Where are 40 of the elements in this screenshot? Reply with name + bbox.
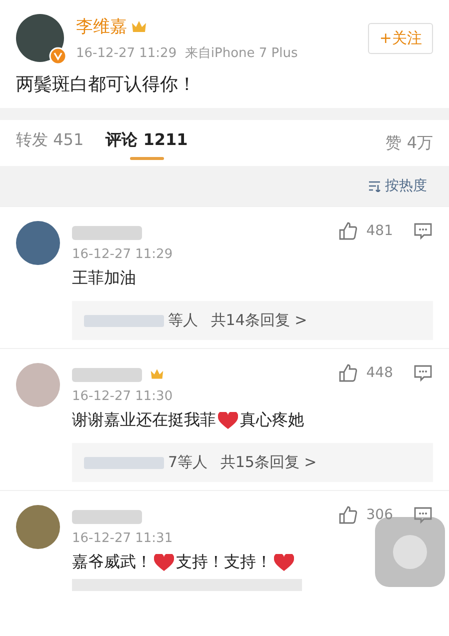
- likes-count[interactable]: 赞 4万: [386, 132, 433, 154]
- avatar[interactable]: [16, 505, 60, 549]
- like-count: 448: [366, 365, 393, 381]
- reply-count[interactable]: 共14条回复 >: [210, 311, 308, 330]
- heart-icon: [274, 554, 294, 572]
- like-count: 306: [366, 507, 393, 523]
- verified-badge-icon: [49, 47, 67, 65]
- avatar[interactable]: [16, 14, 64, 62]
- comment-text: 支持！支持！: [176, 552, 272, 573]
- replies-preview[interactable]: 等人 共14条回复 >: [72, 301, 433, 340]
- comment-text: 王菲加油: [72, 268, 136, 289]
- comment-icon[interactable]: [413, 363, 433, 383]
- post-text: 两鬓斑白都可认得你！: [16, 73, 197, 96]
- heart-icon: [218, 412, 238, 430]
- sort-icon: [368, 180, 381, 192]
- comment-text: 真心疼她: [240, 410, 304, 431]
- reply-count[interactable]: 共15条回复 >: [220, 453, 317, 472]
- avatar[interactable]: [16, 221, 60, 265]
- blurred-username: [72, 368, 142, 382]
- heart-icon: [154, 554, 174, 572]
- crown-icon: [131, 19, 147, 33]
- comment-text: 嘉爷威武！: [72, 552, 152, 573]
- thumbs-up-icon[interactable]: [338, 363, 358, 383]
- comment-time: 16-12-27 11:29: [72, 247, 174, 262]
- comment-icon[interactable]: [413, 505, 433, 525]
- comment-time: 16-12-27 11:31: [72, 531, 174, 546]
- thumbs-up-icon[interactable]: [338, 221, 358, 241]
- post-source: 来自iPhone 7 Plus: [184, 46, 298, 60]
- comment-icon[interactable]: [413, 221, 433, 241]
- post-time: 16-12-27 11:29: [76, 46, 177, 60]
- reply-authors: 7等人: [168, 453, 208, 472]
- reply-authors: 等人: [168, 311, 198, 330]
- replies-preview[interactable]: 7等人 共15条回复 >: [72, 443, 433, 482]
- like-count: 481: [366, 223, 393, 239]
- tab[interactable]: 评论 1211: [106, 118, 188, 168]
- thumbs-up-icon[interactable]: [338, 505, 358, 525]
- comment-time: 16-12-27 11:30: [72, 389, 174, 404]
- sort-button[interactable]: 按热度: [362, 176, 433, 196]
- tab[interactable]: 转发 451: [16, 118, 84, 168]
- comment-text: 谢谢嘉业还在挺我菲: [72, 410, 216, 431]
